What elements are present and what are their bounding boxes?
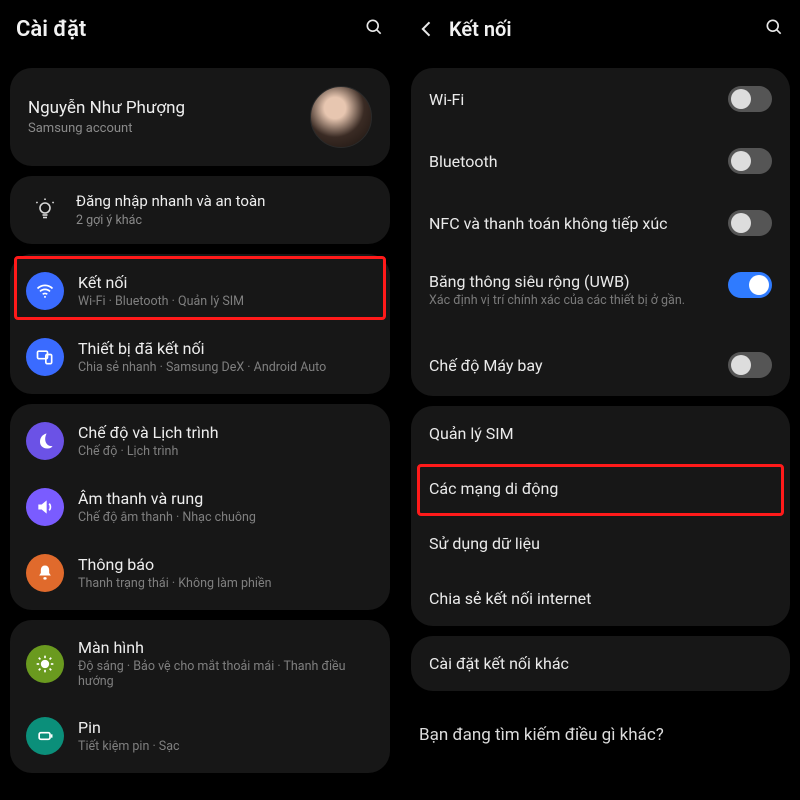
tips-sub: 2 gợi ý khác bbox=[76, 213, 265, 228]
bell-icon bbox=[26, 554, 64, 592]
wifi-icon bbox=[26, 272, 64, 310]
sound-sub: Chế độ âm thanh · Nhạc chuông bbox=[78, 510, 374, 525]
row-display[interactable]: Màn hình Độ sáng · Bảo vệ cho mắt thoải … bbox=[10, 624, 390, 703]
network-group: Quản lý SIM Các mạng di động Sử dụng dữ … bbox=[411, 406, 790, 626]
connections-group: Kết nối Wi-Fi · Bluetooth · Quản lý SIM … bbox=[10, 254, 390, 394]
display-group: Màn hình Độ sáng · Bảo vệ cho mắt thoải … bbox=[10, 620, 390, 773]
more-group: Cài đặt kết nối khác bbox=[411, 636, 790, 691]
account-text: Nguyễn Như Phượng Samsung account bbox=[28, 98, 310, 136]
row-notifications[interactable]: Thông báo Thanh trạng thái · Không làm p… bbox=[10, 540, 390, 606]
search-icon bbox=[364, 17, 384, 37]
connections-title: Kết nối bbox=[449, 17, 764, 41]
moon-icon bbox=[26, 422, 64, 460]
connections-sub: Wi-Fi · Bluetooth · Quản lý SIM bbox=[78, 294, 374, 309]
row-bluetooth[interactable]: Bluetooth bbox=[411, 130, 790, 192]
bt-label: Bluetooth bbox=[429, 152, 728, 171]
row-mobile-networks[interactable]: Các mạng di động bbox=[411, 461, 790, 516]
account-name: Nguyễn Như Phượng bbox=[28, 98, 310, 118]
sun-icon bbox=[26, 645, 64, 683]
sound-icon bbox=[26, 488, 64, 526]
right-topbar: Kết nối bbox=[401, 0, 800, 58]
search-icon bbox=[764, 17, 784, 37]
row-connected-devices[interactable]: Thiết bị đã kết nối Chia sẻ nhanh · Sams… bbox=[10, 324, 390, 390]
bluetooth-toggle[interactable] bbox=[728, 148, 772, 174]
airplane-label: Chế độ Máy bay bbox=[429, 356, 728, 375]
row-data-usage[interactable]: Sử dụng dữ liệu bbox=[411, 516, 790, 571]
battery-sub: Tiết kiệm pin · Sạc bbox=[78, 739, 374, 754]
sound-label: Âm thanh và rung bbox=[78, 489, 374, 508]
account-card[interactable]: Nguyễn Như Phượng Samsung account bbox=[10, 68, 390, 166]
search-button[interactable] bbox=[364, 17, 384, 41]
tips-title: Đăng nhập nhanh và an toàn bbox=[76, 192, 265, 210]
left-topbar: Cài đặt bbox=[0, 0, 400, 58]
notif-label: Thông báo bbox=[78, 555, 374, 574]
nfc-label: NFC và thanh toán không tiếp xúc bbox=[429, 214, 728, 233]
data-label: Sử dụng dữ liệu bbox=[429, 534, 772, 553]
more-label: Cài đặt kết nối khác bbox=[429, 654, 772, 673]
tips-card[interactable]: Đăng nhập nhanh và an toàn 2 gợi ý khác bbox=[10, 176, 390, 244]
tether-label: Chia sẻ kết nối internet bbox=[429, 589, 772, 608]
airplane-toggle[interactable] bbox=[728, 352, 772, 378]
uwb-label: Băng thông siêu rộng (UWB) bbox=[429, 272, 728, 291]
uwb-sub: Xác định vị trí chính xác của các thiết … bbox=[429, 293, 728, 308]
devices-label: Thiết bị đã kết nối bbox=[78, 339, 374, 358]
row-wifi[interactable]: Wi-Fi bbox=[411, 68, 790, 130]
connections-pane: Kết nối Wi-Fi Bluetooth NFC và thanh toá… bbox=[400, 0, 800, 800]
modes-label: Chế độ và Lịch trình bbox=[78, 423, 374, 442]
battery-label: Pin bbox=[78, 718, 374, 737]
chevron-left-icon bbox=[417, 19, 437, 39]
display-label: Màn hình bbox=[78, 638, 374, 657]
battery-icon bbox=[26, 717, 64, 755]
row-sound[interactable]: Âm thanh và rung Chế độ âm thanh · Nhạc … bbox=[10, 474, 390, 540]
uwb-toggle[interactable] bbox=[728, 272, 772, 298]
row-modes[interactable]: Chế độ và Lịch trình Chế độ · Lịch trình bbox=[10, 408, 390, 474]
lightbulb-icon bbox=[28, 198, 62, 222]
notif-sub: Thanh trạng thái · Không làm phiền bbox=[78, 576, 374, 591]
modes-sub: Chế độ · Lịch trình bbox=[78, 444, 374, 459]
nfc-toggle[interactable] bbox=[728, 210, 772, 236]
row-sim[interactable]: Quản lý SIM bbox=[411, 406, 790, 461]
wifi-label: Wi-Fi bbox=[429, 90, 728, 109]
row-uwb[interactable]: Băng thông siêu rộng (UWB) Xác định vị t… bbox=[411, 254, 790, 326]
settings-title: Cài đặt bbox=[16, 17, 364, 42]
connections-label: Kết nối bbox=[78, 273, 374, 292]
row-battery[interactable]: Pin Tiết kiệm pin · Sạc bbox=[10, 703, 390, 769]
row-more-connection-settings[interactable]: Cài đặt kết nối khác bbox=[411, 636, 790, 691]
back-button[interactable] bbox=[417, 19, 445, 39]
display-sub: Độ sáng · Bảo vệ cho mắt thoải mái · Tha… bbox=[78, 659, 374, 689]
search-button-right[interactable] bbox=[764, 17, 784, 41]
row-connections[interactable]: Kết nối Wi-Fi · Bluetooth · Quản lý SIM bbox=[10, 258, 390, 324]
account-sub: Samsung account bbox=[28, 121, 310, 136]
settings-pane: Cài đặt Nguyễn Như Phượng Samsung accoun… bbox=[0, 0, 400, 800]
mobile-label: Các mạng di động bbox=[429, 479, 772, 498]
modes-group: Chế độ và Lịch trình Chế độ · Lịch trình… bbox=[10, 404, 390, 610]
toggles-group-1: Wi-Fi Bluetooth NFC và thanh toán không … bbox=[411, 68, 790, 396]
row-tethering[interactable]: Chia sẻ kết nối internet bbox=[411, 571, 790, 626]
row-nfc[interactable]: NFC và thanh toán không tiếp xúc bbox=[411, 192, 790, 254]
search-prompt: Bạn đang tìm kiếm điều gì khác? bbox=[401, 701, 800, 755]
avatar[interactable] bbox=[310, 86, 372, 148]
devices-sub: Chia sẻ nhanh · Samsung DeX · Android Au… bbox=[78, 360, 374, 375]
devices-icon bbox=[26, 338, 64, 376]
row-airplane[interactable]: Chế độ Máy bay bbox=[411, 334, 790, 396]
sim-label: Quản lý SIM bbox=[429, 424, 772, 443]
wifi-toggle[interactable] bbox=[728, 86, 772, 112]
tips-text: Đăng nhập nhanh và an toàn 2 gợi ý khác bbox=[76, 192, 265, 228]
